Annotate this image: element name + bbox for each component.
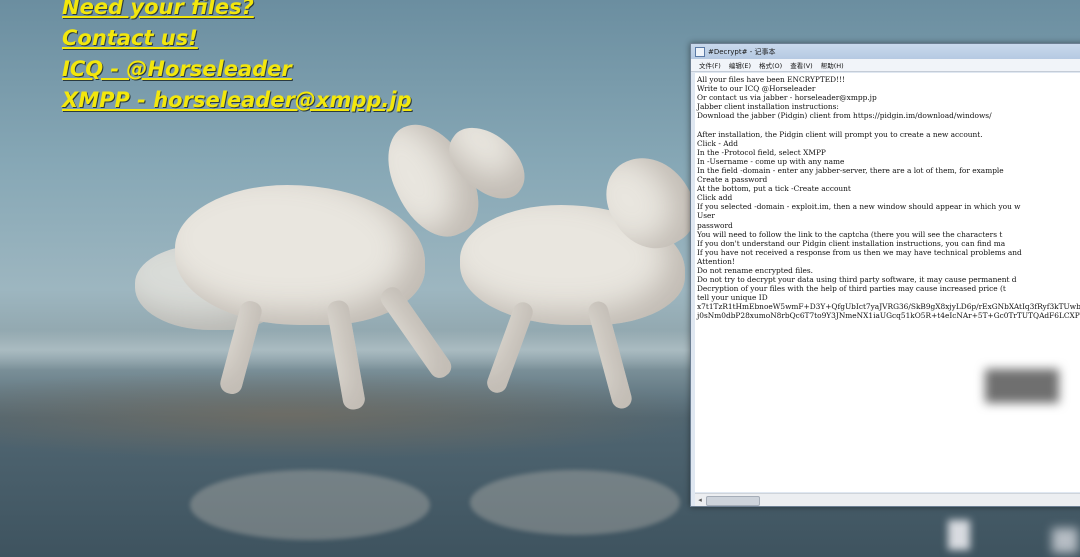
editor-line: tell your unique ID — [697, 293, 768, 303]
editor-line: User — [697, 211, 715, 221]
window-titlebar[interactable]: #Decrypt# - 记事本 — [691, 44, 1080, 59]
menu-file[interactable]: 文件(F) — [699, 60, 721, 70]
window-title: #Decrypt# - 记事本 — [708, 47, 776, 56]
menu-bar: 文件(F) 编辑(E) 格式(O) 查看(V) 帮助(H) — [691, 59, 1080, 72]
menu-help[interactable]: 帮助(H) — [821, 60, 844, 70]
editor-line: Decryption of your files with the help o… — [697, 284, 1006, 294]
notepad-icon — [695, 46, 705, 57]
menu-format[interactable]: 格式(O) — [759, 60, 782, 70]
editor-line: j0sNm0dbP28xumoN8rbQc6T7to9Y3JNmeNX1iaUG… — [697, 311, 1080, 321]
editor-line: x7t1TzR1tHmEbnoeW5wmF+D3Y+QfgUbIct7yaJVR… — [697, 302, 1080, 312]
editor-line: In the field -domain - enter any jabber-… — [697, 165, 1004, 175]
menu-edit[interactable]: 编辑(E) — [729, 60, 751, 70]
note-line: ICQ - @Horseleader — [62, 57, 292, 81]
ransom-note-desktop: Need your files? Contact us! ICQ - @Hors… — [62, 0, 412, 116]
editor-line: Do not try to decrypt your data using th… — [697, 275, 1017, 285]
scrollbar-thumb[interactable] — [706, 496, 760, 506]
editor-line: At the bottom, put a tick -Create accoun… — [697, 184, 851, 194]
horse-reflection-2 — [470, 470, 680, 535]
editor-line: password — [697, 220, 733, 230]
desktop-icon-blurred[interactable] — [1052, 528, 1078, 553]
editor-line: If you selected -domain - exploit.im, th… — [697, 202, 1021, 212]
editor-line: Click add — [697, 193, 733, 203]
text-editor[interactable]: All your files have been ENCRYPTED!!! Wri… — [695, 73, 1080, 492]
editor-line: Attention! — [697, 256, 735, 266]
editor-line: Or contact us via jabber - horseleader@x… — [697, 93, 877, 103]
editor-line: If you have not received a response from… — [697, 247, 1022, 257]
note-line: XMPP - horseleader@xmpp.jp — [62, 88, 412, 112]
editor-line: If you don't understand our Pidgin clien… — [697, 238, 1006, 248]
menu-view[interactable]: 查看(V) — [790, 60, 813, 70]
editor-line: In -Username - come up with any name — [697, 156, 845, 166]
editor-line: After installation, the Pidgin client wi… — [697, 129, 983, 139]
note-line: Need your files? — [62, 0, 254, 19]
editor-line: All your files have been ENCRYPTED!!! — [697, 75, 846, 84]
redacted-blur — [985, 369, 1059, 403]
editor-line: Download the jabber (Pidgin) client from… — [697, 111, 992, 121]
horse-reflection-1 — [190, 470, 430, 540]
notepad-window[interactable]: #Decrypt# - 记事本 文件(F) 编辑(E) 格式(O) 查看(V) … — [690, 43, 1080, 507]
editor-line: Click - Add — [697, 138, 738, 148]
editor-line: Do not rename encrypted files. — [697, 265, 814, 275]
note-line: Contact us! — [62, 26, 198, 50]
editor-line: In the -Protocol field, select XMPP — [697, 147, 826, 157]
desktop-icon-blurred[interactable] — [948, 520, 970, 550]
scroll-left-icon[interactable]: ◂ — [695, 495, 705, 505]
editor-line: Write to our ICQ @Horseleader — [697, 84, 816, 94]
editor-line: Jabber client installation instructions: — [697, 102, 839, 112]
horizontal-scrollbar[interactable]: ◂ — [695, 493, 1080, 506]
editor-line: You will need to follow the link to the … — [697, 229, 1003, 239]
editor-line: Create a password — [697, 175, 768, 185]
